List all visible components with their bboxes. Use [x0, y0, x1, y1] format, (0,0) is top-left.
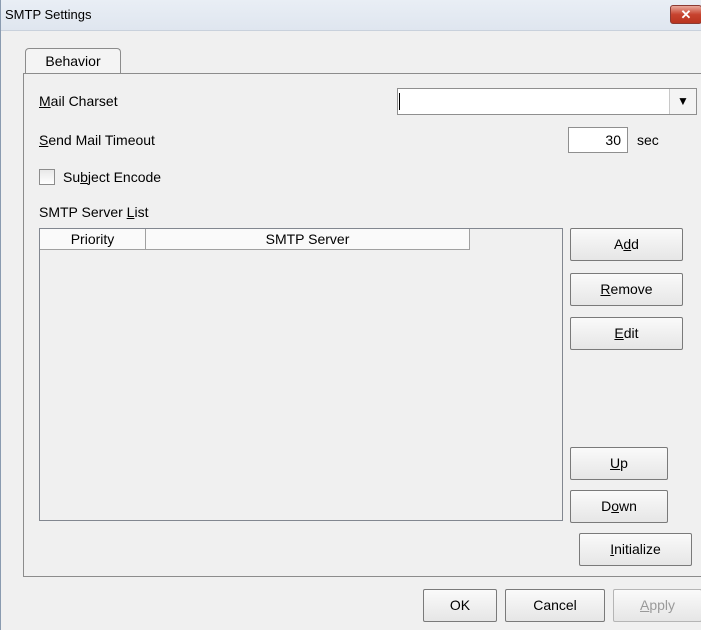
ok-button[interactable]: OK — [423, 589, 497, 622]
subject-encode-label[interactable]: Subject Encode — [63, 169, 161, 185]
cancel-button[interactable]: Cancel — [505, 589, 605, 622]
tab-behavior-label: Behavior — [45, 53, 101, 69]
mail-charset-select[interactable]: ▼ — [397, 88, 697, 115]
tab-behavior[interactable]: Behavior — [25, 48, 121, 74]
apply-button[interactable]: Apply — [613, 589, 701, 622]
close-icon: ✕ — [680, 7, 692, 22]
text-cursor — [399, 93, 400, 110]
edit-button[interactable]: Edit — [570, 317, 683, 350]
add-button[interactable]: Add — [570, 228, 683, 261]
title-bar: SMTP Settings ✕ — [1, 0, 701, 31]
timeout-unit-label: sec — [637, 132, 659, 148]
window-title: SMTP Settings — [5, 7, 92, 22]
smtp-settings-window: SMTP Settings ✕ Behavior Mail Charset ▼ … — [0, 0, 701, 630]
down-button[interactable]: Down — [570, 490, 668, 523]
smtp-server-table[interactable]: Priority SMTP Server — [39, 228, 563, 521]
smtp-server-list-label: SMTP Server List — [39, 204, 149, 220]
dropdown-arrow-icon[interactable]: ▼ — [669, 89, 696, 114]
up-button[interactable]: Up — [570, 447, 668, 480]
initialize-button[interactable]: Initialize — [579, 533, 692, 566]
send-mail-timeout-input[interactable]: 30 — [568, 127, 628, 153]
column-header-priority[interactable]: Priority — [40, 229, 146, 249]
remove-button[interactable]: Remove — [570, 273, 683, 306]
close-button[interactable]: ✕ — [670, 5, 701, 24]
subject-encode-checkbox[interactable] — [39, 169, 55, 185]
mail-charset-label: Mail Charset — [39, 93, 118, 109]
table-header: Priority SMTP Server — [40, 229, 470, 250]
column-header-smtp-server[interactable]: SMTP Server — [146, 229, 470, 249]
send-mail-timeout-label: Send Mail Timeout — [39, 132, 155, 148]
